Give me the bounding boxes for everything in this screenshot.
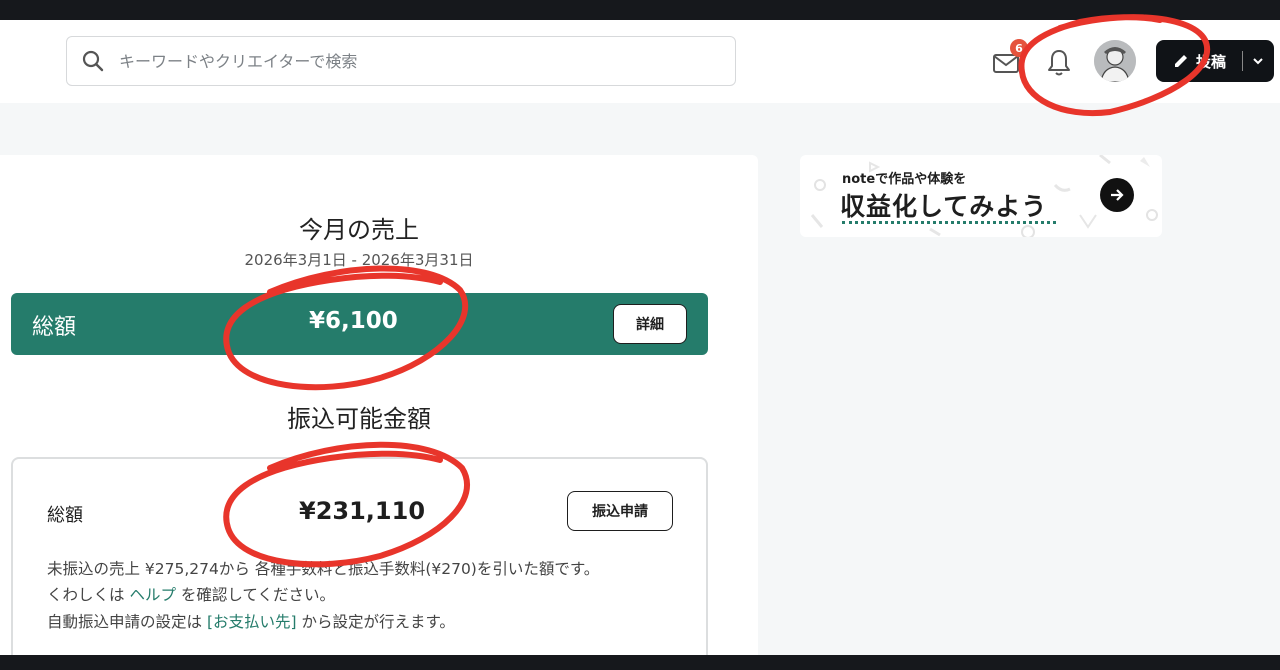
monthly-sales-title: 今月の売上 [299,216,419,244]
bottom-dark-strip [0,655,1280,670]
promo-underline [842,221,1056,224]
chevron-down-icon[interactable] [1251,53,1265,67]
sales-period: 2026年3月1日 - 2026年3月31日 [244,251,474,269]
transfer-box: 総額 ¥231,110 振込申請 未振込の売上 ¥275,274から 各種手数料… [11,457,708,670]
monthly-total-amount: ¥6,100 [309,308,398,334]
search-box[interactable] [66,36,736,86]
pencil-icon [1172,52,1190,70]
payment-destination-link[interactable]: [お支払い先] [207,613,297,631]
promo-subtitle: noteで作品や体験を [842,172,967,187]
header: 6 投稿 [0,20,1280,103]
search-icon [81,49,105,73]
sales-card: 今月の売上 2026年3月1日 - 2026年3月31日 総額 ¥6,100 詳… [0,155,758,670]
bell-icon[interactable] [1046,47,1072,77]
note-text: 自動振込申請の設定は [47,613,207,631]
post-button-divider [1242,51,1243,71]
transfer-note-line3: 自動振込申請の設定は [お支払い先] から設定が行えます。 [47,610,455,632]
note-text: から設定が行えます。 [296,613,455,631]
notification-badge: 6 [1010,39,1028,57]
detail-button[interactable]: 詳細 [613,304,687,344]
search-input[interactable] [119,51,679,71]
top-dark-strip [0,0,1280,20]
promo-title: 収益化してみよう [840,192,1048,221]
transferable-amount-title: 振込可能金額 [287,405,431,433]
arrow-right-icon[interactable] [1100,178,1134,212]
avatar[interactable] [1094,40,1136,82]
transfer-note-line2: くわしくは ヘルプ を確認してください。 [47,583,335,605]
note-text: くわしくは [47,586,130,604]
note-text: を確認してください。 [175,586,335,604]
transfer-total-label: 総額 [47,505,83,526]
monetize-promo-banner[interactable]: noteで作品や体験を 収益化してみよう [800,155,1162,237]
transfer-note-line1: 未振込の売上 ¥275,274から 各種手数料と振込手数料(¥270)を引いた額… [47,560,600,578]
transfer-total-amount: ¥231,110 [299,497,426,525]
monthly-total-bar: 総額 ¥6,100 詳細 [11,293,708,355]
monthly-total-label: 総額 [32,315,77,340]
transfer-apply-button[interactable]: 振込申請 [567,491,673,531]
post-button[interactable]: 投稿 [1156,40,1274,82]
help-link[interactable]: ヘルプ [129,586,176,604]
post-button-label: 投稿 [1196,52,1227,71]
